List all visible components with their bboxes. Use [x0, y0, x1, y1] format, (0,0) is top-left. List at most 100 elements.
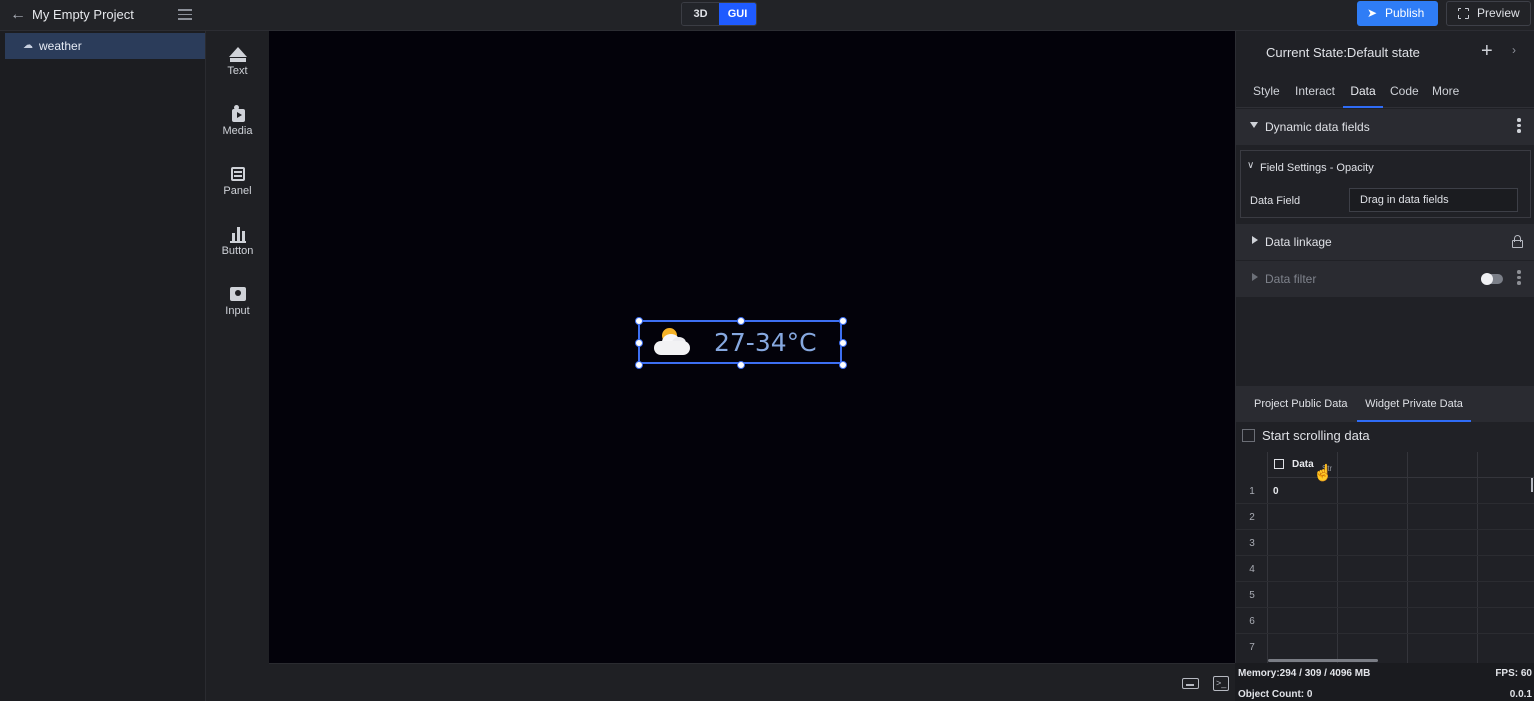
- caret-right-icon: [1252, 236, 1258, 244]
- resize-handle-se[interactable]: [839, 361, 847, 369]
- row-number: 3: [1249, 538, 1255, 549]
- object-count-readout: Object Count: 0: [1238, 689, 1313, 700]
- table-row[interactable]: 7: [1236, 634, 1534, 660]
- data-grid: Data Str ☝ 1 0 2 3 4 5 6 7: [1236, 452, 1534, 663]
- component-input[interactable]: Input: [206, 285, 269, 335]
- header-checkbox[interactable]: [1274, 459, 1284, 469]
- resize-handle-sw[interactable]: [635, 361, 643, 369]
- row-number: 5: [1249, 590, 1255, 601]
- tab-interact[interactable]: Interact: [1295, 75, 1335, 108]
- component-text[interactable]: Text: [206, 45, 269, 95]
- top-bar: ← My Empty Project 3D GUI ➤ Publish Prev…: [0, 0, 1534, 31]
- dynamic-data-fields-section[interactable]: Dynamic data fields: [1236, 109, 1534, 145]
- layer-item-weather[interactable]: ☁ weather: [5, 33, 205, 59]
- chart-bars-icon: [229, 225, 247, 243]
- column-header-data[interactable]: Data: [1292, 459, 1314, 470]
- layers-panel: ☁ weather: [0, 31, 206, 701]
- table-row[interactable]: 1 0: [1236, 478, 1534, 504]
- table-row[interactable]: 3: [1236, 530, 1534, 556]
- current-state-label[interactable]: Current State:Default state: [1266, 45, 1420, 60]
- scene-canvas[interactable]: 27-34°C: [269, 31, 1235, 663]
- row-number: 7: [1249, 642, 1255, 653]
- horizontal-scrollbar[interactable]: [1268, 659, 1378, 662]
- section-title: Dynamic data fields: [1265, 120, 1370, 134]
- table-row[interactable]: 2: [1236, 504, 1534, 530]
- publish-label: Publish: [1385, 6, 1425, 20]
- add-state-icon[interactable]: +: [1481, 40, 1493, 63]
- component-label: Input: [225, 305, 250, 317]
- properties-panel: Current State:Default state + › Style In…: [1235, 31, 1534, 663]
- data-field-label: Data Field: [1250, 195, 1301, 207]
- component-media[interactable]: Media: [206, 105, 269, 155]
- tab-code[interactable]: Code: [1390, 75, 1419, 108]
- chevron-down-icon[interactable]: ∨: [1247, 160, 1254, 171]
- tab-data[interactable]: Data: [1343, 75, 1383, 108]
- table-row[interactable]: 5: [1236, 582, 1534, 608]
- resize-handle-s[interactable]: [737, 361, 745, 369]
- table-row[interactable]: 4: [1236, 556, 1534, 582]
- hamburger-menu-icon[interactable]: [176, 6, 194, 24]
- data-linkage-section[interactable]: Data linkage: [1236, 224, 1534, 260]
- cloud-icon: ☁: [23, 40, 33, 51]
- media-icon: [229, 105, 247, 123]
- row-number: 4: [1249, 564, 1255, 575]
- tab-widget-private-data[interactable]: Widget Private Data: [1357, 386, 1471, 422]
- layer-item-label: weather: [39, 39, 82, 53]
- resize-handle-w[interactable]: [635, 339, 643, 347]
- status-bar: Memory:294 / 309 / 4096 MB FPS: 60 Objec…: [1235, 663, 1534, 701]
- resize-handle-e[interactable]: [839, 339, 847, 347]
- map-icon: [229, 285, 247, 303]
- memory-readout: Memory:294 / 309 / 4096 MB: [1238, 668, 1371, 679]
- mode-gui-button[interactable]: GUI: [719, 3, 756, 25]
- crown-icon: [228, 45, 247, 63]
- row-number: 1: [1249, 486, 1255, 497]
- project-title: My Empty Project: [32, 7, 134, 22]
- component-label: Button: [221, 245, 254, 257]
- component-label: Text: [227, 65, 248, 77]
- keyboard-icon[interactable]: [1182, 678, 1199, 689]
- data-filter-section[interactable]: Data filter: [1236, 261, 1534, 297]
- property-tabs: Style Interact Data Code More: [1236, 75, 1534, 108]
- preview-label: Preview: [1477, 6, 1520, 20]
- lock-icon[interactable]: [1512, 235, 1523, 248]
- table-row[interactable]: 6: [1236, 608, 1534, 634]
- component-label: Panel: [223, 185, 252, 197]
- field-settings-title: Field Settings - Opacity: [1260, 162, 1374, 174]
- section-title: Data filter: [1265, 272, 1317, 286]
- tab-style[interactable]: Style: [1253, 75, 1280, 108]
- state-row: Current State:Default state + ›: [1236, 31, 1534, 73]
- caret-down-icon: [1250, 122, 1258, 128]
- field-settings-box: ∨ Field Settings - Opacity Data Field Dr…: [1240, 150, 1531, 218]
- mode-3d-button[interactable]: 3D: [682, 3, 719, 25]
- bottom-bar: >_: [269, 663, 1235, 701]
- paper-plane-icon: ➤: [1367, 6, 1378, 20]
- tab-project-public-data[interactable]: Project Public Data: [1254, 386, 1348, 422]
- preview-button[interactable]: Preview: [1446, 1, 1531, 26]
- data-source-tabs: Project Public Data Widget Private Data: [1236, 386, 1534, 422]
- publish-button[interactable]: ➤ Publish: [1357, 1, 1438, 26]
- chevron-right-icon[interactable]: ›: [1512, 43, 1516, 57]
- resize-handle-nw[interactable]: [635, 317, 643, 325]
- more-options-icon[interactable]: [1517, 270, 1521, 286]
- temperature-text: 27-34°C: [714, 328, 817, 357]
- cell-value[interactable]: 0: [1273, 486, 1279, 497]
- fullscreen-icon: [1456, 6, 1470, 20]
- back-arrow-icon[interactable]: ←: [8, 5, 28, 25]
- weather-widget[interactable]: 27-34°C: [635, 317, 847, 369]
- more-options-icon[interactable]: [1517, 118, 1521, 134]
- start-scrolling-label: Start scrolling data: [1262, 428, 1370, 443]
- row-number: 6: [1249, 616, 1255, 627]
- terminal-icon[interactable]: >_: [1213, 676, 1229, 691]
- sun-cloud-icon: [650, 326, 694, 360]
- caret-right-icon: [1252, 273, 1258, 281]
- component-panel[interactable]: Panel: [206, 165, 269, 215]
- tab-more[interactable]: More: [1432, 75, 1459, 108]
- data-field-dropzone[interactable]: Drag in data fields: [1349, 188, 1518, 212]
- version-label: 0.0.1: [1509, 689, 1532, 700]
- resize-handle-n[interactable]: [737, 317, 745, 325]
- start-scrolling-checkbox[interactable]: [1242, 429, 1255, 442]
- data-filter-toggle[interactable]: [1481, 273, 1503, 285]
- component-button[interactable]: Button: [206, 225, 269, 275]
- components-toolbar: Text Media Panel Button Input: [206, 31, 269, 701]
- resize-handle-ne[interactable]: [839, 317, 847, 325]
